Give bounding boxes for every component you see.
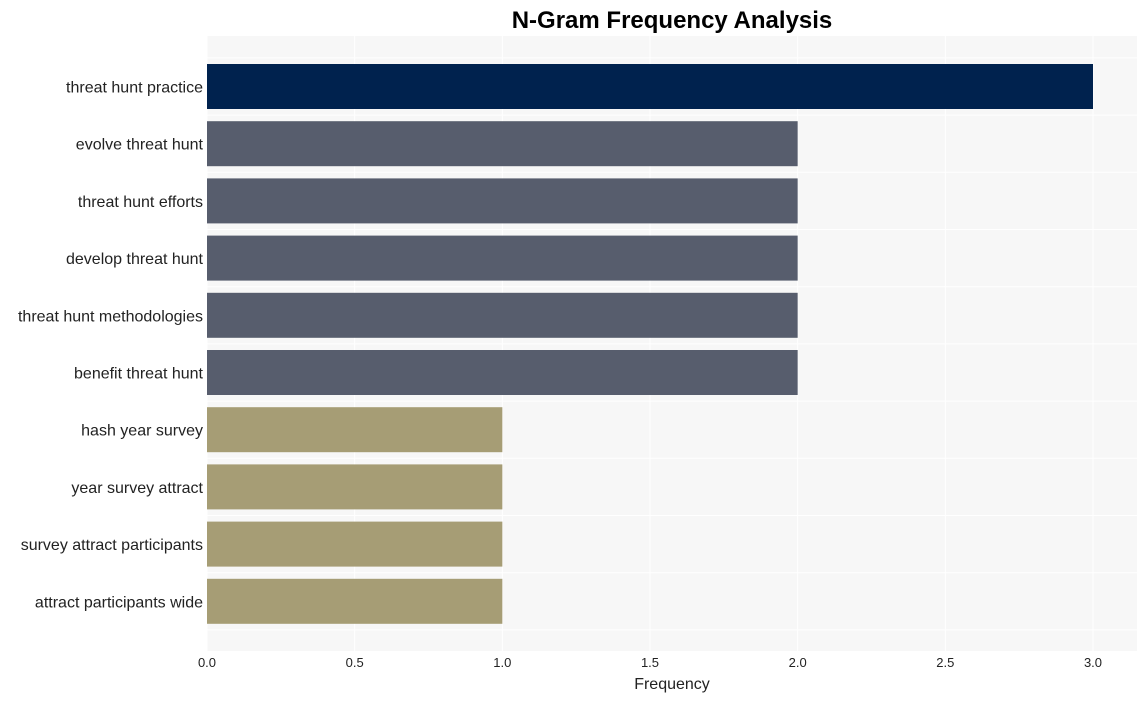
x-tick-label: 2.0 (789, 655, 807, 670)
bar-evolve-threat-hunt (207, 121, 798, 167)
bar-survey-attract-participants (207, 521, 503, 567)
y-tick-label: threat hunt practice (66, 80, 203, 97)
bar-year-survey-attract (207, 464, 503, 510)
x-tick-labels: 0.0 0.5 1.0 1.5 2.0 2.5 3.0 (198, 655, 1102, 670)
y-tick-label: benefit threat hunt (74, 366, 204, 383)
y-tick-label: year survey attract (71, 480, 203, 497)
y-tick-label: develop threat hunt (66, 251, 204, 268)
bar-threat-hunt-practice (207, 64, 1093, 109)
x-tick-label: 0.0 (198, 655, 216, 670)
bar-benefit-threat-hunt (207, 350, 798, 395)
y-tick-label: attract participants wide (35, 594, 203, 611)
x-tick-label: 1.0 (493, 655, 511, 670)
bar-hash-year-survey (207, 407, 503, 453)
y-tick-label: survey attract participants (21, 537, 203, 554)
y-tick-label: evolve threat hunt (76, 137, 204, 154)
bar-develop-threat-hunt (207, 235, 798, 281)
y-tick-label: hash year survey (81, 423, 203, 440)
x-tick-label: 0.5 (346, 655, 364, 670)
bar-threat-hunt-efforts (207, 178, 798, 224)
chart-title: N-Gram Frequency Analysis (512, 7, 833, 34)
x-tick-label: 2.5 (936, 655, 954, 670)
x-axis-label: Frequency (634, 676, 710, 693)
bar-threat-hunt-methodologies (207, 292, 798, 338)
x-tick-label: 3.0 (1084, 655, 1102, 670)
x-tick-label: 1.5 (641, 655, 659, 670)
y-tick-label: threat hunt methodologies (18, 308, 203, 325)
bar-attract-participants-wide (207, 578, 503, 624)
y-tick-labels: threat hunt practice evolve threat hunt th… (18, 80, 204, 612)
y-tick-label: threat hunt efforts (78, 194, 203, 211)
ngram-bar-chart: threat hunt practice evolve threat hunt th… (18, 7, 1137, 693)
